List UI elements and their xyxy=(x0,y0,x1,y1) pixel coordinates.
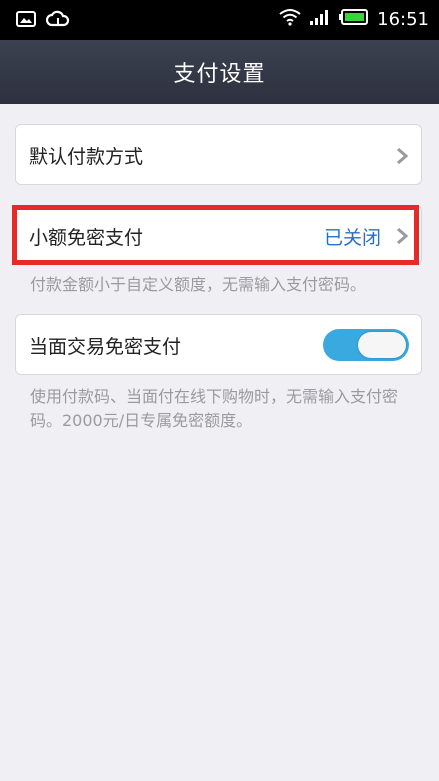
face-to-face-note: 使用付款码、当面付在线下购物时，无需输入支付密码。2000元/日专属免密额度。 xyxy=(30,387,399,430)
cloud-icon xyxy=(45,10,70,32)
toggle-knob xyxy=(358,332,406,358)
face-to-face-label: 当面交易免密支付 xyxy=(29,336,182,358)
chevron-right-icon xyxy=(397,147,409,164)
highlight-box xyxy=(12,205,419,265)
battery-icon xyxy=(339,8,369,30)
signal-icon xyxy=(309,8,331,30)
face-to-face-row: 当面交易免密支付 xyxy=(15,314,422,375)
small-amount-note: 付款金额小于自定义额度，无需输入支付密码。 xyxy=(30,275,367,294)
image-icon xyxy=(16,10,36,32)
default-payment-label: 默认付款方式 xyxy=(29,146,144,168)
face-to-face-toggle[interactable] xyxy=(323,329,409,361)
wifi-icon xyxy=(279,8,301,30)
nav-bar: 支付设置 xyxy=(0,40,439,104)
default-payment-row[interactable]: 默认付款方式 xyxy=(15,124,422,185)
page-title: 支付设置 xyxy=(173,62,266,87)
status-time: 16:51 xyxy=(377,8,429,30)
status-bar: 16:51 xyxy=(0,0,439,40)
